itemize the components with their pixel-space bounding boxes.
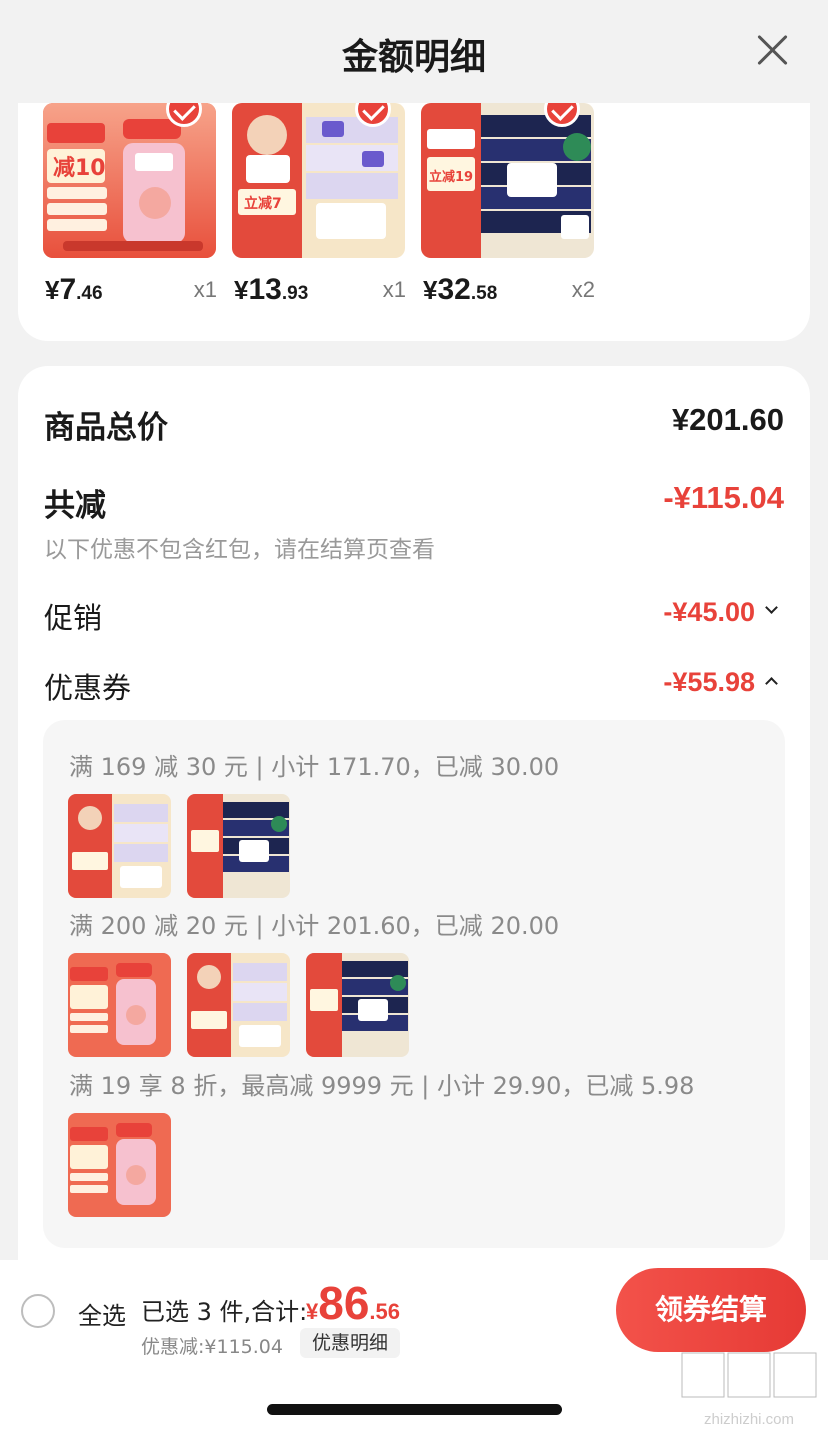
checkout-button[interactable]: 领券结算 — [616, 1268, 806, 1352]
coupon-detail-box: 满 169 减 30 元 | 小计 171.70，已减 30.00 满 200 … — [43, 720, 785, 1248]
coupon-product-thumb — [68, 794, 171, 898]
watermark-url: zhizhizhi.com — [703, 1411, 795, 1428]
coupon-product-thumb — [306, 953, 409, 1057]
product-price: ¥7.46 — [45, 273, 103, 306]
select-all-radio[interactable] — [21, 1294, 55, 1328]
total-amount: ¥86.56 — [306, 1277, 401, 1329]
total-reduce-value: -¥115.04 — [663, 480, 784, 515]
coupon-product-thumb — [68, 1113, 171, 1217]
svg-text:立减7: 立减7 — [244, 195, 282, 212]
home-indicator — [267, 1404, 562, 1415]
product-price: ¥13.93 — [234, 273, 309, 306]
select-all-label[interactable]: 全选 — [78, 1296, 126, 1331]
product-item[interactable]: 立减7 ¥13.93 x1 — [232, 103, 407, 306]
coupon-row[interactable]: 优惠券 -¥55.98 — [44, 665, 784, 707]
promo-row[interactable]: 促销 -¥45.00 — [44, 595, 784, 637]
total-reduce-row: 共减 -¥115.04 — [44, 480, 784, 525]
product-quantity: x2 — [571, 277, 595, 302]
promo-value: -¥45.00 — [663, 597, 778, 628]
coupon-rule: 满 19 享 8 折，最高减 9999 元 | 小计 29.90，已减 5.98 — [69, 1072, 695, 1100]
product-price: ¥32.58 — [423, 273, 498, 306]
product-image: 减10 — [43, 103, 216, 258]
discount-detail-button[interactable]: 优惠明细 — [300, 1328, 401, 1358]
price-row: ¥7.46 x1 — [45, 273, 217, 309]
price-row: ¥13.93 x1 — [234, 273, 406, 309]
coupon-rule: 满 169 减 30 元 | 小计 171.70，已减 30.00 — [69, 753, 560, 781]
coupon-product-thumb — [187, 794, 290, 898]
product-item[interactable]: 立减19 ¥32.58 x2 — [421, 103, 596, 306]
chevron-up-icon — [765, 677, 778, 691]
total-price-row: 商品总价 ¥201.60 — [44, 402, 784, 447]
coupon-value: -¥55.98 — [663, 667, 778, 698]
reduce-note: 以下优惠不包含红包，请在结算页查看 — [44, 537, 435, 563]
chevron-down-icon — [765, 601, 778, 615]
watermark-icon — [676, 1350, 822, 1411]
product-item[interactable]: 减10 ¥7.46 x1 — [43, 103, 218, 306]
product-image: 立减19 — [421, 103, 594, 258]
coupon-product-thumb — [187, 953, 290, 1057]
selected-count: 已选 3 件,合计: — [141, 1298, 308, 1326]
discount-amount: 优惠减:¥115.04 — [141, 1336, 283, 1358]
total-price-value: ¥201.60 — [671, 402, 784, 437]
product-quantity: x1 — [193, 277, 217, 302]
product-card: 减10 ¥7.46 x1 立减7 ¥13.93 x1 立减19 ¥32.58 x… — [18, 103, 810, 341]
product-image: 立减7 — [232, 103, 405, 258]
page-title: 金额明细 — [341, 37, 486, 78]
header: 金额明细 — [0, 0, 828, 103]
watermark-logo: zhizhizhi.com — [676, 1350, 822, 1430]
summary-card: 商品总价 ¥201.60 共减 -¥115.04 以下优惠不包含红包，请在结算页… — [18, 366, 810, 1266]
product-quantity: x1 — [382, 277, 406, 302]
close-icon[interactable] — [754, 32, 790, 68]
coupon-product-thumb — [68, 953, 171, 1057]
svg-text:立减19: 立减19 — [429, 169, 473, 185]
svg-text:减10: 减10 — [53, 155, 106, 181]
price-row: ¥32.58 x2 — [423, 273, 595, 309]
coupon-rule: 满 200 减 20 元 | 小计 201.60，已减 20.00 — [69, 912, 560, 940]
